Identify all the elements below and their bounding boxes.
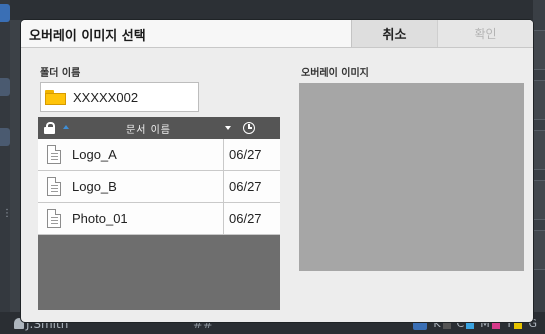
column-divider	[223, 171, 224, 202]
document-date: 06/27	[229, 211, 262, 226]
document-rows: Logo_A 06/27 Logo_B 06/27 Photo_01 06/27	[38, 139, 280, 235]
document-name: Logo_B	[72, 179, 117, 194]
document-icon	[47, 177, 61, 196]
clock-icon[interactable]	[243, 122, 255, 134]
document-date: 06/27	[229, 179, 262, 194]
sort-dropdown-icon[interactable]	[225, 126, 231, 130]
background-tab	[0, 4, 10, 22]
folder-icon	[45, 89, 66, 105]
sort-ascending-icon[interactable]	[63, 125, 69, 129]
overlay-image-label: 오버레이 이미지	[301, 68, 369, 79]
overlay-image-preview	[299, 83, 524, 271]
list-item[interactable]: Photo_01 06/27	[38, 203, 280, 235]
list-item[interactable]: Logo_A 06/27	[38, 139, 280, 171]
dialog-header: 오버레이 이미지 선택 취소 확인	[21, 20, 533, 48]
background-strip	[532, 30, 545, 70]
document-name: Photo_01	[72, 211, 128, 226]
more-dots-icon: ⋮	[2, 208, 12, 219]
document-list-header: 문서 이름	[38, 117, 280, 139]
folder-selector[interactable]: XXXXX002	[40, 82, 199, 112]
folder-name-value: XXXXX002	[73, 89, 139, 105]
background-top-bar	[0, 0, 545, 20]
column-divider	[223, 203, 224, 234]
background-right-edge	[532, 0, 545, 334]
folder-name-label: 폴더 이름	[40, 68, 81, 79]
document-name-column-header[interactable]: 문서 이름	[126, 121, 171, 136]
document-name: Logo_A	[72, 147, 117, 162]
dialog-title: 오버레이 이미지 선택	[29, 29, 146, 44]
background-tab	[0, 128, 10, 146]
background-strip	[532, 130, 545, 170]
overlay-image-select-dialog: 오버레이 이미지 선택 취소 확인 폴더 이름 XXXXX002 문서 이름 L…	[21, 20, 533, 322]
document-date: 06/27	[229, 147, 262, 162]
background-tab	[0, 78, 10, 96]
background-left-edge: ⋮	[0, 0, 12, 334]
document-icon	[47, 209, 61, 228]
cancel-button[interactable]: 취소	[351, 20, 437, 47]
background-strip	[532, 180, 545, 220]
list-item[interactable]: Logo_B 06/27	[38, 171, 280, 203]
column-divider	[223, 139, 224, 170]
background-strip	[532, 80, 545, 120]
lock-icon[interactable]	[44, 122, 55, 134]
document-list: 문서 이름 Logo_A 06/27 Logo_B 06/27 Photo_01	[38, 117, 280, 310]
confirm-button[interactable]: 확인	[437, 20, 533, 47]
document-icon	[47, 145, 61, 164]
background-strip	[532, 230, 545, 270]
